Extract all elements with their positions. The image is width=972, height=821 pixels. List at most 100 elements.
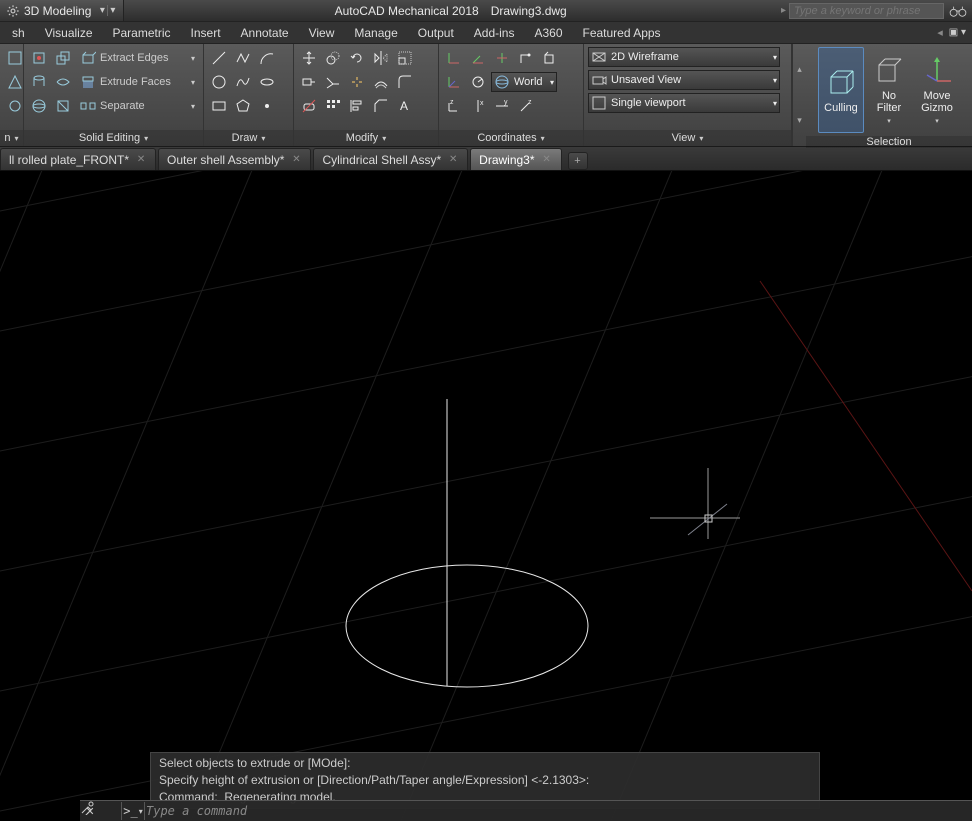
ucs-tool[interactable] [443,71,465,93]
point-tool[interactable] [256,95,278,117]
tool-btn[interactable] [4,95,26,117]
ucs-tool[interactable]: y [491,95,513,117]
label: Unsaved View [611,74,681,86]
workspace-arrows[interactable]: ▾▾ [97,5,117,16]
tool-btn[interactable] [52,71,74,93]
polygon-tool[interactable] [232,95,254,117]
world-combo[interactable]: World ▾ [491,72,557,92]
extract-edges-button[interactable]: Extract Edges ▾ [76,47,199,69]
label: World [514,76,543,88]
svg-text:A: A [400,99,408,113]
label: 2D Wireframe [611,51,679,63]
tab-label: Cylindrical Shell Assy* [322,153,441,167]
menu-insert[interactable]: Insert [181,22,231,43]
panel-title[interactable]: Solid Editing▾ [24,130,203,146]
cmd-recent-button[interactable]: >_ ▾ [121,802,145,820]
cmd-customize-button[interactable] [101,802,119,820]
new-tab-button[interactable]: + [568,152,588,170]
rotate-tool[interactable] [346,47,368,69]
mirror-tool[interactable] [370,47,392,69]
svg-text:x: x [480,100,484,107]
doc-tab[interactable]: ll rolled plate_FRONT*✕ [0,148,156,170]
chamfer-tool[interactable] [370,95,392,117]
menu-annotate[interactable]: Annotate [231,22,299,43]
text-tool[interactable]: A [394,95,416,117]
tool-btn[interactable] [28,95,50,117]
viewport-combo[interactable]: Single viewport ▾ [588,93,780,113]
ucs-tool[interactable] [443,47,465,69]
panel-title[interactable]: Modify▾ [294,130,438,146]
visual-style-combo[interactable]: 2D Wireframe ▾ [588,47,780,67]
culling-button[interactable]: Culling [818,47,864,133]
ucs-tool[interactable]: z [515,95,537,117]
close-icon[interactable]: ✕ [447,154,459,166]
search-input[interactable] [789,3,944,19]
move-tool[interactable] [298,47,320,69]
erase-tool[interactable] [298,95,320,117]
panel-title[interactable]: Selection [806,136,972,148]
tab-label: Drawing3* [479,153,534,167]
menu-featured apps[interactable]: Featured Apps [573,22,671,43]
menu-a360[interactable]: A360 [524,22,572,43]
extrude-faces-button[interactable]: Extrude Faces ▾ [76,71,199,93]
explode-tool[interactable] [346,71,368,93]
tool-btn[interactable] [52,95,74,117]
binoculars-icon[interactable] [948,3,968,19]
tool-btn[interactable] [4,71,26,93]
ribbon-scroll[interactable]: ▴▾ [792,44,806,146]
move-gizmo-button[interactable]: MoveGizmo ▾ [914,47,960,133]
ucs-tool[interactable]: z [443,95,465,117]
menu-view[interactable]: View [299,22,345,43]
close-icon[interactable]: ✕ [290,154,302,166]
separate-button[interactable]: Separate ▾ [76,95,199,117]
spline-tool[interactable] [232,71,254,93]
panel-title[interactable]: Coordinates▾ [439,130,583,146]
menu-add-ins[interactable]: Add-ins [464,22,525,43]
stretch-tool[interactable] [298,71,320,93]
doc-tab[interactable]: Drawing3* ✕ [470,148,561,170]
array-tool[interactable] [322,95,344,117]
menu-parametric[interactable]: Parametric [103,22,181,43]
rectangle-tool[interactable] [208,95,230,117]
menu-visualize[interactable]: Visualize [35,22,103,43]
doc-tab[interactable]: Outer shell Assembly*✕ [158,148,311,170]
close-icon[interactable]: ✕ [541,154,553,166]
ucs-tool[interactable]: x [467,95,489,117]
panel-title[interactable]: Draw▾ [204,130,293,146]
polyline-tool[interactable] [232,47,254,69]
tool-btn[interactable] [28,47,50,69]
offset-tool[interactable] [370,71,392,93]
ucs-tool[interactable] [467,47,489,69]
close-icon[interactable]: ✕ [135,154,147,166]
drawing-viewport[interactable]: Select objects to extrude or [MOde]: Spe… [0,171,972,821]
cmd-line: Specify height of extrusion or [Directio… [159,772,811,789]
fillet-tool[interactable] [394,71,416,93]
ucs-tool[interactable] [515,47,537,69]
line-tool[interactable] [208,47,230,69]
circle-tool[interactable] [208,71,230,93]
scale-tool[interactable] [394,47,416,69]
no-filter-button[interactable]: No Filter ▾ [866,47,912,133]
ucs-tool[interactable] [467,71,489,93]
saved-view-combo[interactable]: Unsaved View ▾ [588,70,780,90]
doc-tab[interactable]: Cylindrical Shell Assy* ✕ [313,148,468,170]
menu-output[interactable]: Output [408,22,464,43]
menu-sh[interactable]: sh [2,22,35,43]
gizmo-icon [921,55,953,87]
ucs-tool[interactable] [539,47,561,69]
menu-scroll-left-icon[interactable]: ◂ [937,26,943,39]
command-input[interactable]: Type a command [146,804,972,818]
copy-tool[interactable] [322,47,344,69]
panel-title[interactable]: View▾ [584,130,791,146]
workspace-switcher[interactable]: 3D Modeling ▾▾ [0,0,124,21]
tool-btn[interactable] [52,47,74,69]
align-tool[interactable] [346,95,368,117]
tool-btn[interactable] [28,71,50,93]
panel-toggle-icon[interactable]: ▣ ▾ [949,27,966,38]
menu-manage[interactable]: Manage [344,22,407,43]
tool-btn[interactable] [4,47,26,69]
arc-tool[interactable] [256,47,278,69]
ucs-tool[interactable] [491,47,513,69]
trim-tool[interactable] [322,71,344,93]
ellipse-tool[interactable] [256,71,278,93]
